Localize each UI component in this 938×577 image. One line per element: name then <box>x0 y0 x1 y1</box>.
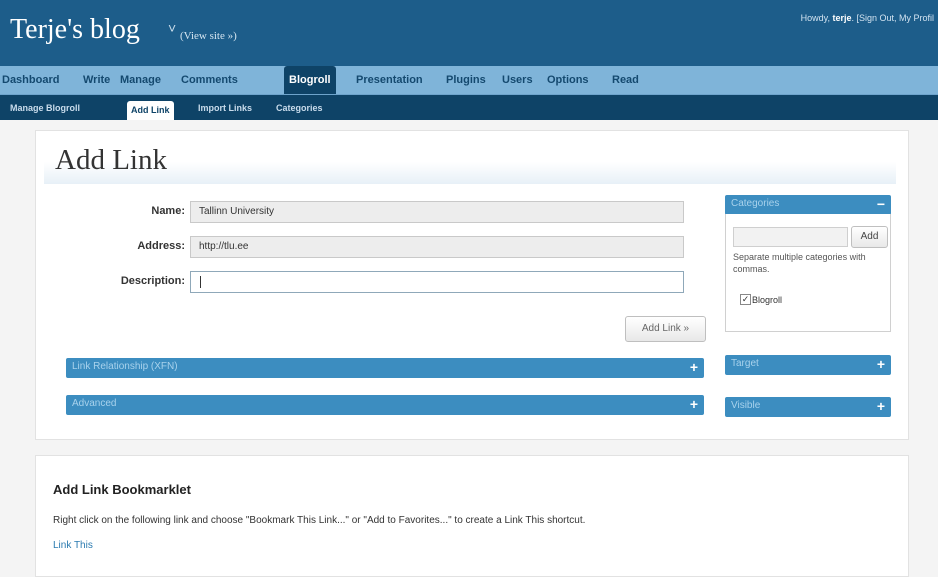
address-field[interactable]: http://tlu.ee <box>190 236 684 258</box>
advanced-label: Advanced <box>72 398 117 409</box>
nav-write[interactable]: Write <box>83 66 110 94</box>
nav-read[interactable]: Read <box>612 66 639 94</box>
category-hint: Separate multiple categories with commas… <box>733 252 866 274</box>
nav-blogroll[interactable]: Blogroll <box>284 66 336 94</box>
title-dropdown-icon[interactable]: ˅ <box>168 20 176 36</box>
expand-icon[interactable]: + <box>877 397 885 416</box>
categories-box-header[interactable]: Categories − <box>725 195 891 215</box>
nav-presentation[interactable]: Presentation <box>356 66 423 94</box>
visible-box-header[interactable]: Visible + <box>725 397 891 417</box>
add-link-button[interactable]: Add Link » <box>625 316 706 342</box>
nav-options[interactable]: Options <box>547 66 589 94</box>
page-title: Add Link <box>55 144 167 176</box>
admin-header: Terje's blog ˅ (View site ») Howdy, terj… <box>0 0 938 66</box>
address-label: Address: <box>137 240 185 252</box>
target-label: Target <box>731 358 759 369</box>
name-label: Name: <box>151 205 185 217</box>
bookmarklet-instructions: Right click on the following link and ch… <box>53 515 586 526</box>
account-links[interactable]: . [Sign Out, My Profil <box>851 13 934 23</box>
name-field[interactable]: Tallinn University <box>190 201 684 223</box>
blogroll-checkbox[interactable]: ✓ <box>740 294 751 305</box>
expand-icon[interactable]: + <box>690 395 698 414</box>
subnav-manage-blogroll[interactable]: Manage Blogroll <box>10 99 80 117</box>
description-field[interactable] <box>190 271 684 293</box>
categories-label: Categories <box>731 198 780 209</box>
subnav-add-link[interactable]: Add Link <box>127 101 174 120</box>
advanced-toggle[interactable]: Advanced + <box>66 395 704 415</box>
link-this-link[interactable]: Link This <box>53 540 93 551</box>
nav-manage[interactable]: Manage <box>120 66 161 94</box>
target-box-header[interactable]: Target + <box>725 355 891 375</box>
description-label: Description: <box>120 275 185 287</box>
nav-comments[interactable]: Comments <box>181 66 238 94</box>
expand-icon[interactable]: + <box>877 355 885 374</box>
add-category-button[interactable]: Add <box>851 226 888 248</box>
nav-plugins[interactable]: Plugins <box>446 66 486 94</box>
blog-title: Terje's blog <box>10 14 140 45</box>
subnav-import-links[interactable]: Import Links <box>198 99 252 117</box>
blogroll-checkbox-label: Blogroll <box>752 295 783 305</box>
title-underline <box>44 162 896 184</box>
bookmarklet-title: Add Link Bookmarklet <box>53 482 191 497</box>
main-nav: Dashboard Write Manage Comments Blogroll… <box>0 66 938 95</box>
view-site-link[interactable]: (View site ») <box>180 30 237 42</box>
howdy-label: Howdy, <box>800 13 833 23</box>
link-relationship-label: Link Relationship (XFN) <box>72 361 178 372</box>
user-greeting: Howdy, terje. [Sign Out, My Profil <box>801 13 934 23</box>
visible-label: Visible <box>731 400 761 411</box>
text-cursor <box>200 276 201 288</box>
sub-nav: Manage Blogroll Add Link Import Links Ca… <box>0 95 938 120</box>
link-relationship-toggle[interactable]: Link Relationship (XFN) + <box>66 358 704 378</box>
nav-users[interactable]: Users <box>502 66 533 94</box>
nav-dashboard[interactable]: Dashboard <box>2 66 59 94</box>
username: terje <box>832 13 852 23</box>
collapse-icon[interactable]: − <box>877 195 885 214</box>
new-category-input[interactable] <box>733 227 848 247</box>
subnav-categories[interactable]: Categories <box>276 99 323 117</box>
expand-icon[interactable]: + <box>690 358 698 377</box>
